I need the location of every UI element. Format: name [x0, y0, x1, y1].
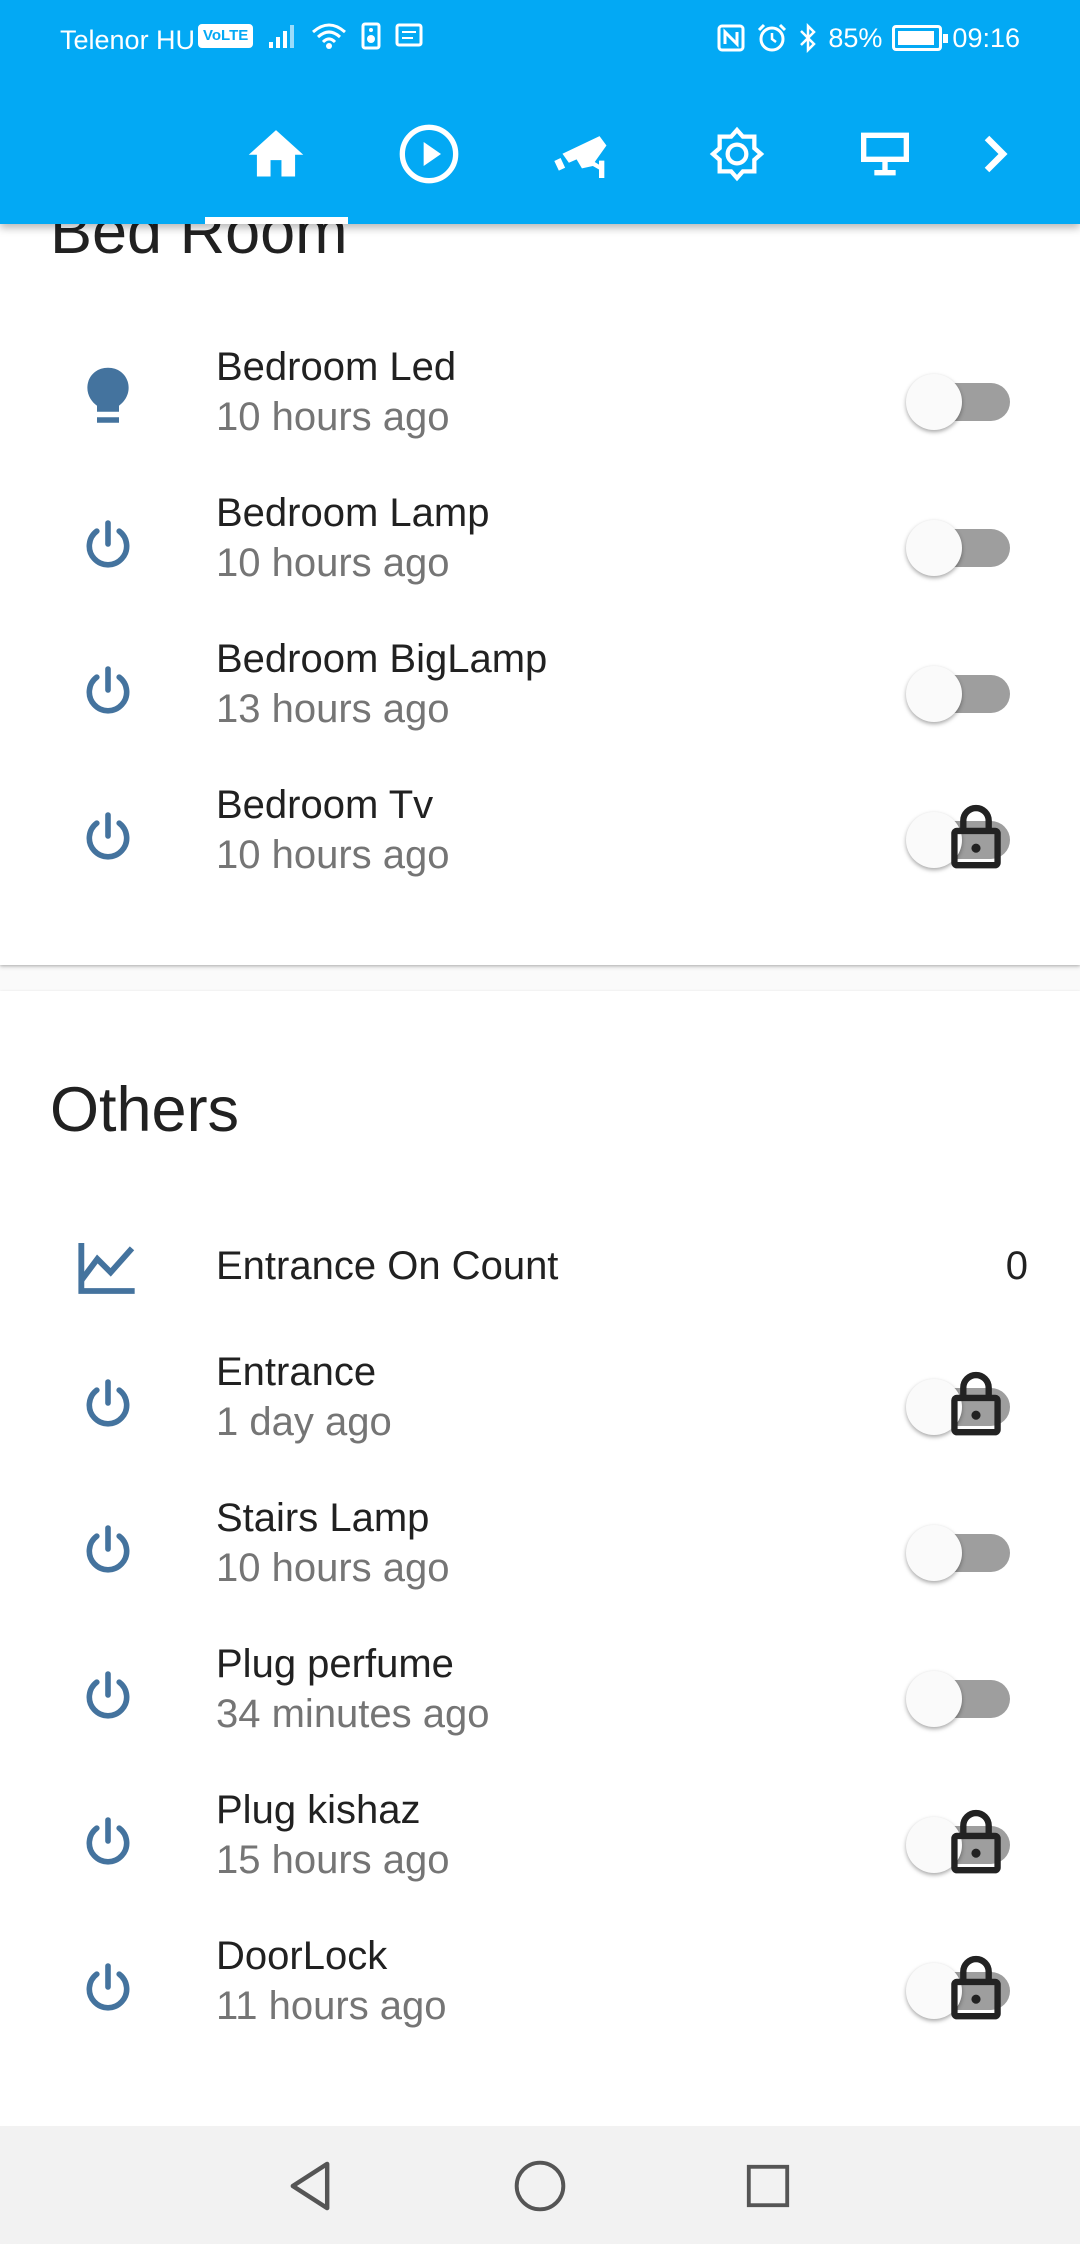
entity-last-changed: 13 hours ago — [216, 687, 450, 731]
lock-icon[interactable] — [950, 1370, 1002, 1436]
cctv-icon — [554, 136, 607, 178]
card-title: Others — [50, 1075, 240, 1145]
bulb-icon — [72, 325, 144, 471]
tab-home[interactable] — [221, 110, 331, 224]
entity-name: Bedroom BigLamp — [216, 637, 548, 681]
entity-row-bedroom-led[interactable]: Bedroom Led 10 hours ago — [0, 325, 1080, 471]
monitor-icon — [861, 132, 909, 176]
power-icon — [72, 1768, 144, 1914]
entity-row-bedroom-tv[interactable]: Bedroom Tv 10 hours ago — [0, 763, 1080, 909]
lock-icon[interactable] — [950, 803, 1002, 869]
entity-row-plug-perfume[interactable]: Plug perfume 34 minutes ago — [0, 1622, 1080, 1768]
clock: 09:16 — [952, 22, 1020, 53]
status-right-icons: 85% 09:16 — [716, 22, 1020, 54]
entity-last-changed: 1 day ago — [216, 1400, 392, 1444]
entity-name: Plug perfume — [216, 1642, 454, 1686]
entity-row-entrance[interactable]: Entrance 1 day ago — [0, 1330, 1080, 1476]
entity-last-changed: 10 hours ago — [216, 1546, 450, 1590]
speaker-icon — [361, 22, 381, 50]
entity-row-bedroom-lamp[interactable]: Bedroom Lamp 10 hours ago — [0, 471, 1080, 617]
entity-toggle[interactable] — [906, 1522, 1018, 1581]
others-card: Others Entrance On Count 0 Entrance 1 da… — [0, 991, 1080, 2126]
entity-last-changed: 11 hours ago — [216, 1984, 447, 2028]
alarm-icon — [758, 23, 787, 52]
power-icon — [72, 1622, 144, 1768]
tab-more[interactable] — [940, 110, 1050, 224]
lock-icon[interactable] — [950, 1808, 1002, 1874]
play-circle-icon — [399, 124, 459, 184]
tab-bar — [0, 110, 1080, 224]
entity-name: Bedroom Tv — [216, 783, 434, 827]
back-triangle-icon — [290, 2161, 330, 2211]
entity-toggle[interactable] — [906, 663, 1018, 722]
tab-brightness[interactable] — [682, 110, 792, 224]
entity-last-changed: 10 hours ago — [216, 833, 450, 877]
entity-row-entrance-on-count[interactable]: Entrance On Count 0 — [0, 1194, 1080, 1340]
entity-name: Entrance On Count — [216, 1244, 559, 1288]
nav-recents-button[interactable] — [738, 2156, 798, 2216]
nfc-icon — [717, 24, 745, 52]
status-bar: Telenor HU VoLTE 85% 09:16 — [0, 0, 1080, 82]
chart-line-icon — [72, 1194, 144, 1340]
power-icon — [72, 1330, 144, 1476]
nav-home-button[interactable] — [510, 2156, 570, 2216]
bluetooth-icon — [800, 23, 817, 53]
entity-row-bedroom-biglamp[interactable]: Bedroom BigLamp 13 hours ago — [0, 617, 1080, 763]
entity-row-plug-kishaz[interactable]: Plug kishaz 15 hours ago — [0, 1768, 1080, 1914]
entity-name: Bedroom Led — [216, 345, 457, 389]
entity-state: 0 — [1005, 1244, 1028, 1288]
lock-icon[interactable] — [950, 1954, 1002, 2020]
brightness-icon — [709, 126, 765, 182]
chevron-right-icon — [984, 135, 1008, 173]
entity-name: Plug kishaz — [216, 1788, 421, 1832]
status-left-icons: VoLTE — [198, 22, 423, 50]
entity-toggle[interactable] — [906, 1668, 1018, 1727]
recents-square-icon — [746, 2164, 790, 2208]
entity-last-changed: 10 hours ago — [216, 541, 450, 585]
power-icon — [72, 617, 144, 763]
entity-last-changed: 15 hours ago — [216, 1838, 450, 1882]
entity-name: Bedroom Lamp — [216, 491, 490, 535]
bedroom-card: Bed Room Bedroom Led 10 hours ago Bedroo… — [0, 150, 1080, 965]
entity-name: Stairs Lamp — [216, 1496, 430, 1540]
battery-percent: 85% — [828, 22, 883, 53]
power-icon — [72, 471, 144, 617]
entity-toggle[interactable] — [906, 517, 1018, 576]
entity-name: DoorLock — [216, 1934, 388, 1978]
message-icon — [395, 23, 423, 47]
tab-camera[interactable] — [528, 110, 638, 224]
entity-row-stairs-lamp[interactable]: Stairs Lamp 10 hours ago — [0, 1476, 1080, 1622]
tab-desktop[interactable] — [830, 110, 940, 224]
power-icon — [72, 1914, 144, 2060]
active-tab-indicator — [205, 217, 348, 224]
home-circle-icon — [514, 2160, 566, 2212]
volte-badge: VoLTE — [198, 24, 254, 48]
app-header: Telenor HU VoLTE 85% 09:16 — [0, 0, 1080, 224]
carrier-name: Telenor HU — [60, 25, 196, 55]
wifi-icon — [312, 23, 347, 49]
power-icon — [72, 1476, 144, 1622]
signal-icon — [269, 25, 295, 48]
battery-icon — [892, 25, 949, 51]
entity-row-doorlock[interactable]: DoorLock 11 hours ago — [0, 1914, 1080, 2060]
entity-toggle[interactable] — [906, 371, 1018, 430]
entity-last-changed: 10 hours ago — [216, 395, 450, 439]
nav-back-button[interactable] — [280, 2156, 340, 2216]
home-icon — [248, 130, 304, 177]
power-icon — [72, 763, 144, 909]
system-nav-bar — [0, 2126, 1080, 2244]
tab-media[interactable] — [374, 110, 484, 224]
entity-name: Entrance — [216, 1350, 377, 1394]
entity-last-changed: 34 minutes ago — [216, 1692, 490, 1736]
